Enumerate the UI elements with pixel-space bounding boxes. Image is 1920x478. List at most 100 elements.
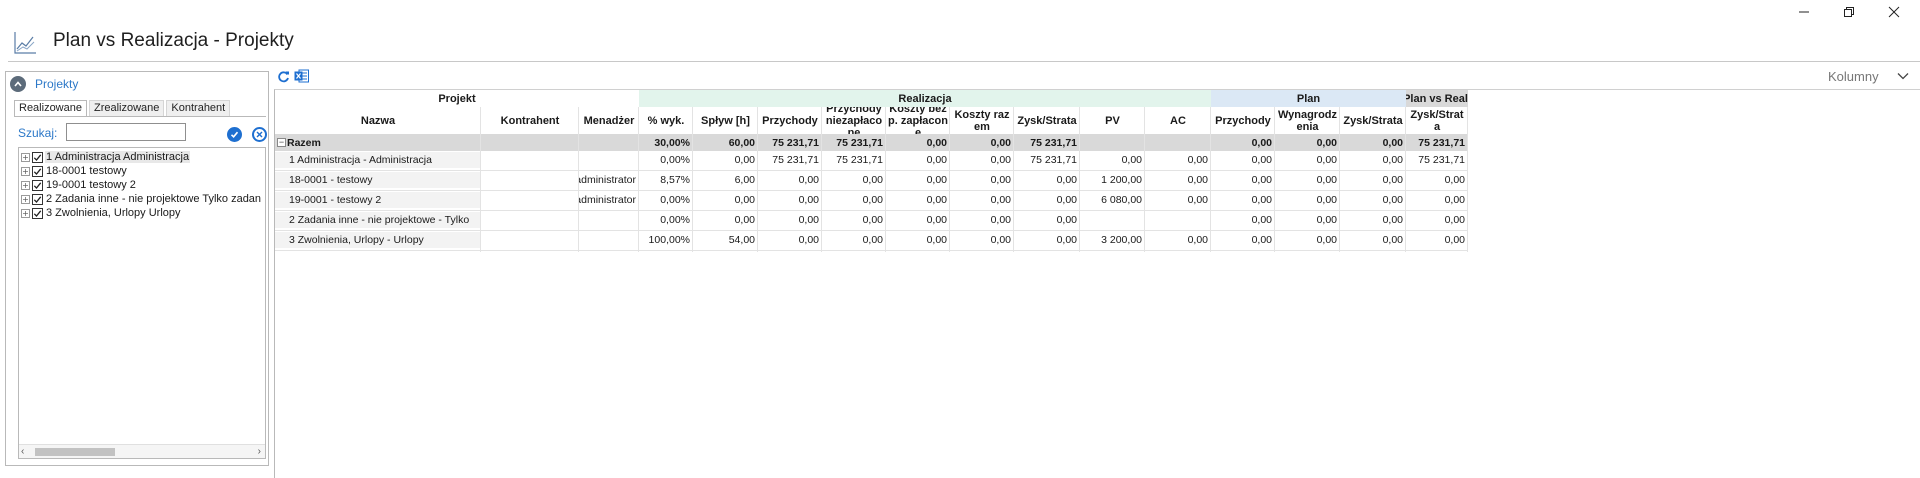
table-cell[interactable]: 54,00 (693, 232, 758, 248)
table-cell[interactable] (579, 152, 639, 168)
table-cell[interactable]: 75 231,71 (1406, 152, 1468, 168)
tree-checkbox[interactable] (32, 179, 43, 191)
expand-icon[interactable]: + (21, 152, 30, 162)
table-cell[interactable]: 0,00% (639, 212, 693, 228)
expand-icon[interactable]: + (21, 194, 30, 204)
table-cell[interactable]: 0,00 (1145, 172, 1211, 188)
scrollbar-thumb[interactable] (35, 448, 115, 456)
chevron-down-icon[interactable] (1896, 70, 1910, 82)
table-cell[interactable]: 0,00 (1211, 232, 1275, 248)
table-cell[interactable]: 0,00 (950, 212, 1014, 228)
tree-item[interactable]: + 3 Zwolnienia, Urlopy Urlopy (21, 206, 182, 220)
table-cell[interactable]: 0,00 (886, 212, 950, 228)
col-plan-przychody-header[interactable]: Przychody (1211, 107, 1275, 134)
table-cell[interactable]: 0,00 (1340, 192, 1406, 208)
table-cell[interactable]: 0,00 (886, 192, 950, 208)
refresh-icon[interactable] (277, 70, 290, 83)
col-menadzer-header[interactable]: Menadżer (579, 107, 639, 134)
tree-checkbox[interactable] (32, 193, 43, 205)
row-name[interactable]: 3 Zwolnienia, Urlopy - Urlopy (275, 232, 481, 248)
col-wykonanie-header[interactable]: % wyk. (639, 107, 693, 134)
tree-checkbox[interactable] (32, 165, 43, 177)
table-cell[interactable] (481, 152, 579, 168)
table-cell[interactable]: 75 231,71 (1014, 152, 1080, 168)
col-zysk-strata-header[interactable]: Zysk/Strata (1014, 107, 1080, 134)
table-cell[interactable]: 0,00 (822, 172, 886, 188)
col-koszty-bezp-zaplacone-header[interactable]: Koszty bezp. zapłacone (886, 107, 950, 134)
row-name[interactable]: 19-0001 - testowy 2 (275, 192, 481, 208)
expand-icon[interactable]: + (21, 208, 30, 218)
horizontal-scrollbar[interactable]: ‹ › (19, 444, 265, 458)
table-cell[interactable]: 0,00 (1145, 232, 1211, 248)
col-splyw-header[interactable]: Spływ [h] (693, 107, 758, 134)
table-cell[interactable]: 0,00 (1340, 232, 1406, 248)
row-name[interactable]: 2 Zadania inne - nie projektowe - Tylko (275, 212, 481, 228)
row-name[interactable]: 18-0001 - testowy (275, 172, 481, 188)
table-cell[interactable]: 0,00 (950, 172, 1014, 188)
expand-icon[interactable]: + (21, 166, 30, 176)
restore-button[interactable] (1829, 2, 1869, 22)
table-cell[interactable]: 75 231,71 (822, 152, 886, 168)
table-cell[interactable] (1080, 212, 1145, 228)
table-cell[interactable]: 0,00 (1211, 172, 1275, 188)
expand-icon[interactable]: + (21, 180, 30, 190)
row-name[interactable]: 1 Administracja - Administracja (275, 152, 481, 168)
table-cell[interactable]: 6 080,00 (1080, 192, 1145, 208)
scroll-left-icon[interactable]: ‹ (21, 446, 24, 457)
table-cell[interactable]: 0,00 (1275, 232, 1340, 248)
table-cell[interactable]: 0,00 (1145, 192, 1211, 208)
tab-zrealizowane[interactable]: Zrealizowane (88, 100, 165, 116)
tree-item[interactable]: + 2 Zadania inne - nie projektowe Tylko … (21, 192, 262, 206)
excel-export-icon[interactable] (294, 69, 309, 83)
table-cell[interactable]: 0,00 (950, 152, 1014, 168)
table-cell[interactable]: 3 200,00 (1080, 232, 1145, 248)
table-cell[interactable] (481, 172, 579, 188)
search-clear-button[interactable] (252, 127, 267, 142)
table-cell[interactable]: 0,00 (822, 212, 886, 228)
minimize-button[interactable] (1784, 2, 1824, 22)
table-cell[interactable]: 0,00 (1145, 152, 1211, 168)
col-plan-wynagrodzenia-header[interactable]: Wynagrodzenia (1275, 107, 1340, 134)
col-ac-header[interactable]: AC (1145, 107, 1211, 134)
table-cell[interactable]: 0,00 (693, 152, 758, 168)
table-cell[interactable] (481, 212, 579, 228)
columns-button[interactable]: Kolumny (1828, 69, 1879, 84)
table-cell[interactable]: 1 200,00 (1080, 172, 1145, 188)
table-cell[interactable]: 0,00 (1406, 192, 1468, 208)
table-cell[interactable]: 0,00 (886, 172, 950, 188)
table-cell[interactable]: 0,00 (950, 192, 1014, 208)
table-cell[interactable]: 0,00 (950, 232, 1014, 248)
table-cell[interactable]: 0,00 (1275, 212, 1340, 228)
tree-checkbox[interactable] (32, 151, 43, 163)
col-przychody-niezaplacone-header[interactable]: Przychody niezapłacone (822, 107, 886, 134)
table-cell[interactable]: 0,00 (1211, 152, 1275, 168)
col-nazwa-header[interactable]: Nazwa (275, 107, 481, 134)
tab-kontrahent[interactable]: Kontrahent (166, 100, 231, 116)
tree-checkbox[interactable] (32, 207, 43, 219)
table-cell[interactable]: 0,00% (639, 192, 693, 208)
table-cell[interactable]: 8,57% (639, 172, 693, 188)
scroll-right-icon[interactable]: › (258, 446, 261, 457)
tab-realizowane[interactable]: Realizowane (14, 100, 87, 116)
table-cell[interactable]: 0,00 (1275, 152, 1340, 168)
tree-item[interactable]: + 19-0001 testowy 2 (21, 178, 137, 192)
tree-item[interactable]: + 1 Administracja Administracja (21, 150, 191, 164)
table-cell[interactable]: 75 231,71 (758, 152, 822, 168)
table-cell[interactable]: 0,00 (822, 232, 886, 248)
table-cell[interactable]: 0,00 (1406, 172, 1468, 188)
table-cell[interactable]: 0,00 (1406, 232, 1468, 248)
table-cell[interactable]: 0,00% (639, 152, 693, 168)
col-koszty-razem-header[interactable]: Koszty razem (950, 107, 1014, 134)
table-cell[interactable]: administrator (579, 192, 639, 208)
table-cell[interactable]: 0,00 (1211, 212, 1275, 228)
table-cell[interactable]: 0,00 (758, 172, 822, 188)
collapse-button[interactable] (10, 76, 26, 92)
table-cell[interactable]: 0,00 (822, 192, 886, 208)
table-cell[interactable]: 0,00 (886, 232, 950, 248)
table-cell[interactable] (1145, 212, 1211, 228)
table-cell[interactable]: 0,00 (1211, 192, 1275, 208)
table-cell[interactable]: 0,00 (1014, 172, 1080, 188)
table-cell[interactable]: administrator (579, 172, 639, 188)
table-cell[interactable]: 0,00 (1406, 212, 1468, 228)
table-cell[interactable]: 0,00 (693, 212, 758, 228)
